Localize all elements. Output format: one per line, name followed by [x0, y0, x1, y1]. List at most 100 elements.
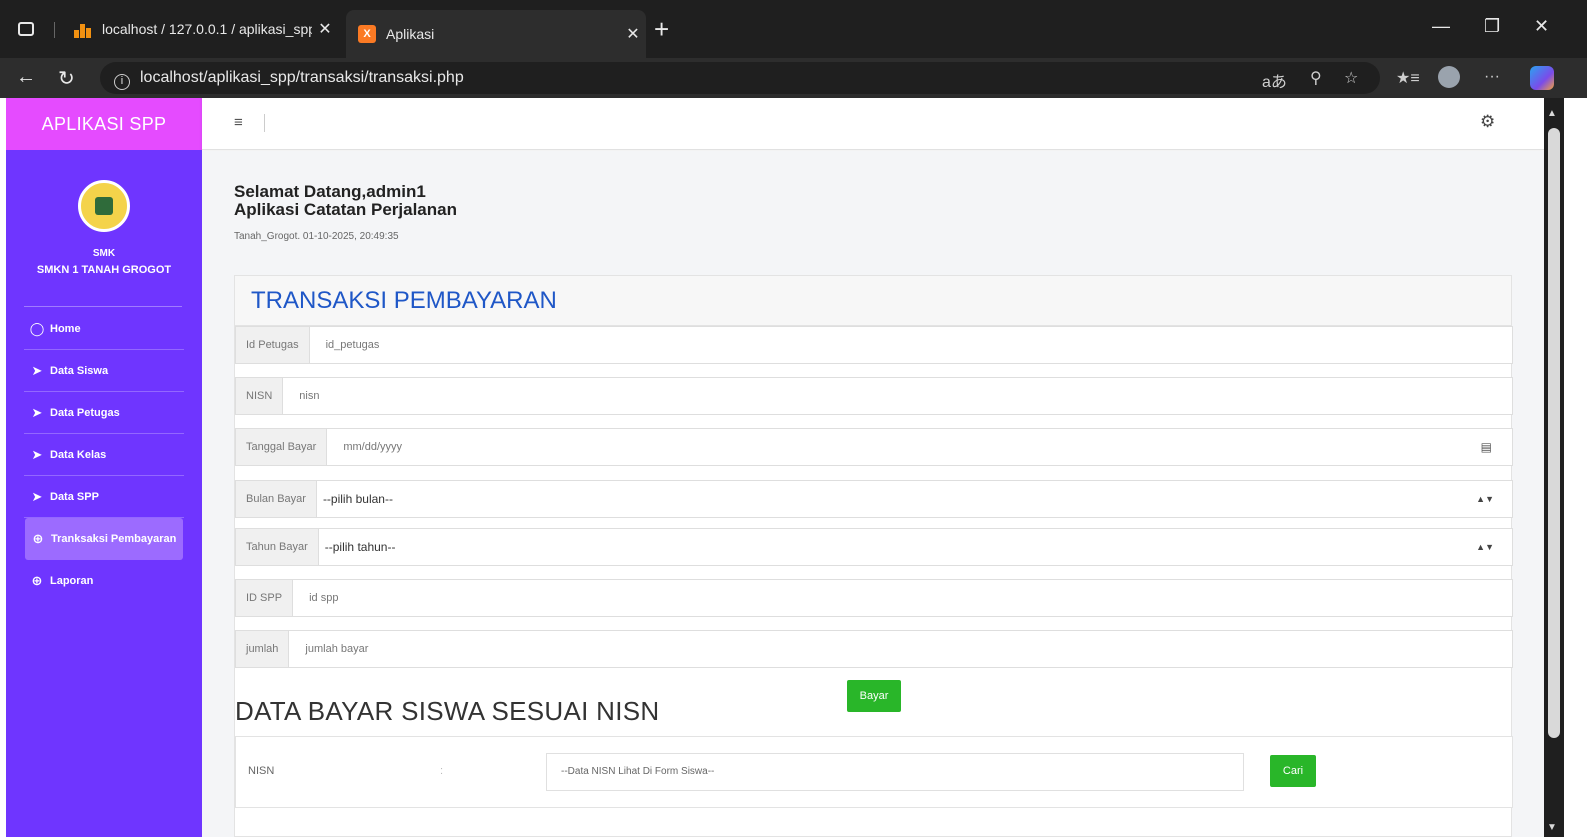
sidebar-menu: ◯ Home ➤ Data Siswa ➤ Data Petugas ➤ Dat…: [24, 308, 184, 602]
site-info-icon[interactable]: i: [114, 74, 130, 90]
send-icon: ➤: [31, 488, 43, 504]
id-petugas-input[interactable]: id_petugas: [310, 327, 1512, 363]
refresh-icon[interactable]: ↻: [58, 66, 75, 91]
jumlah-input[interactable]: jumlah bayar: [289, 631, 1512, 667]
select-value: --pilih tahun--: [324, 540, 396, 554]
tahun-bayar-select[interactable]: --pilih tahun-- ▲▼: [319, 529, 1512, 565]
app-brand[interactable]: APLIKASI SPP: [6, 98, 202, 150]
sidebar-item-label: Home: [50, 322, 81, 335]
app-topbar: ≡ ⚙: [202, 98, 1544, 150]
jumlah-label: jumlah: [236, 631, 290, 667]
nisn-search-input[interactable]: --Data NISN Lihat Di Form Siswa--: [546, 753, 1244, 791]
nisn-label: NISN: [236, 378, 284, 414]
tahun-bayar-row: Tahun Bayar --pilih tahun-- ▲▼: [235, 528, 1513, 566]
nisn-input[interactable]: nisn: [283, 378, 1512, 414]
sidebar-item-transaksi-pembayaran[interactable]: ⊕ Tranksaksi Pembayaran: [25, 518, 183, 560]
sidebar-item-label: Data Petugas: [50, 406, 120, 419]
select-value: --pilih bulan--: [322, 492, 393, 506]
copilot-icon[interactable]: [1530, 66, 1554, 90]
id-petugas-row: Id Petugas id_petugas: [235, 326, 1513, 364]
tab-title: localhost / 127.0.0.1 / aplikasi_spp: [102, 21, 312, 37]
tab-title: Aplikasi: [386, 26, 435, 42]
close-icon[interactable]: ✕: [620, 24, 646, 44]
close-icon[interactable]: ✕: [312, 19, 338, 39]
id-spp-input[interactable]: id spp: [293, 580, 1512, 616]
sidebar-item-data-siswa[interactable]: ➤ Data Siswa: [24, 350, 184, 392]
send-icon: ➤: [31, 362, 43, 378]
id-spp-row: ID SPP id spp: [235, 579, 1513, 617]
date-placeholder: mm/dd/yyyy: [343, 441, 403, 453]
sidebar-item-data-spp[interactable]: ➤ Data SPP: [24, 476, 184, 518]
sidebar: APLIKASI SPP SMK SMKN 1 TANAH GROGOT ◯ H…: [6, 98, 202, 837]
welcome-line: Selamat Datang,admin1: [234, 182, 426, 201]
favorite-star-icon[interactable]: ☆: [1344, 68, 1358, 88]
tanggal-bayar-row: Tanggal Bayar mm/dd/yyyy ▤: [235, 428, 1513, 466]
tab-aplikasi[interactable]: X Aplikasi ✕: [346, 10, 646, 58]
address-bar-row: ← ↻ i localhost/aplikasi_spp/transaksi/tr…: [0, 58, 1587, 98]
sidebar-item-label: Data Kelas: [50, 448, 107, 461]
scrollbar-thumb[interactable]: [1548, 128, 1560, 738]
transaction-panel: TRANSAKSI PEMBAYARAN Id Petugas id_petug…: [234, 275, 1513, 837]
zoom-icon[interactable]: ⚲: [1310, 68, 1322, 88]
tahun-bayar-label: Tahun Bayar: [236, 529, 319, 565]
section-title: DATA BAYAR SISWA SESUAI NISN: [235, 696, 660, 726]
tanggal-bayar-label: Tanggal Bayar: [236, 429, 328, 465]
id-petugas-label: Id Petugas: [236, 327, 310, 363]
topbar-divider: [264, 114, 265, 132]
school-name: SMKN 1 TANAH GROGOT: [36, 264, 172, 276]
sidebar-divider: [24, 306, 182, 307]
phpmyadmin-favicon-icon: [74, 20, 92, 38]
profile-avatar[interactable]: [1438, 66, 1460, 88]
sidebar-item-label: Tranksaksi Pembayaran: [51, 533, 177, 545]
plus-circle-icon: ⊕: [32, 531, 44, 546]
welcome-heading: Selamat Datang,admin1 Aplikasi Catatan P…: [234, 183, 457, 219]
bulan-bayar-row: Bulan Bayar --pilih bulan-- ▲▼: [235, 480, 1513, 518]
school-logo-icon: [78, 180, 130, 232]
plus-circle-icon: ⊕: [31, 573, 43, 588]
app-subtitle: Aplikasi Catatan Perjalanan: [234, 200, 457, 219]
bulan-bayar-select[interactable]: --pilih bulan-- ▲▼: [317, 481, 1512, 517]
send-icon: ➤: [31, 404, 43, 420]
xampp-favicon-icon: X: [358, 25, 376, 43]
hamburger-menu-icon[interactable]: ≡: [234, 114, 243, 131]
sidebar-item-home[interactable]: ◯ Home: [24, 308, 184, 350]
bulan-bayar-label: Bulan Bayar: [236, 481, 317, 517]
sidebar-item-data-kelas[interactable]: ➤ Data Kelas: [24, 434, 184, 476]
url-field[interactable]: i localhost/aplikasi_spp/transaksi/transa…: [100, 62, 1380, 94]
nisn-search-row: NISN : --Data NISN Lihat Di Form Siswa--…: [235, 736, 1513, 808]
sidebar-item-label: Laporan: [50, 575, 94, 587]
calendar-icon[interactable]: ▤: [1481, 429, 1492, 465]
sidebar-item-data-petugas[interactable]: ➤ Data Petugas: [24, 392, 184, 434]
jumlah-row: jumlah jumlah bayar: [235, 630, 1513, 668]
sidebar-item-label: Data SPP: [50, 490, 99, 503]
more-options-icon[interactable]: ···: [1484, 68, 1500, 86]
id-spp-label: ID SPP: [236, 580, 294, 616]
favorites-list-icon[interactable]: ★≡: [1396, 68, 1420, 88]
read-aloud-icon[interactable]: aあ: [1262, 68, 1287, 92]
window-close-icon[interactable]: ✕: [1534, 16, 1549, 37]
send-icon: ➤: [31, 446, 43, 462]
datetime-text: Tanah_Grogot. 01-10-2025, 20:49:35: [234, 231, 399, 242]
new-tab-button[interactable]: +: [654, 14, 669, 44]
bayar-button[interactable]: Bayar: [847, 680, 901, 712]
cari-button[interactable]: Cari: [1270, 755, 1316, 787]
gear-icon[interactable]: ⚙: [1480, 112, 1495, 132]
scroll-down-icon[interactable]: ▼: [1547, 822, 1557, 833]
school-type: SMK: [92, 248, 116, 259]
minimize-icon[interactable]: —: [1432, 16, 1450, 37]
nisn-row: NISN nisn: [235, 377, 1513, 415]
sidebar-item-laporan[interactable]: ⊕ Laporan: [24, 560, 184, 602]
panel-title: TRANSAKSI PEMBAYARAN: [235, 276, 1511, 326]
back-icon[interactable]: ←: [16, 66, 36, 89]
restore-icon[interactable]: ❐: [1484, 16, 1500, 37]
main-content: Selamat Datang,admin1 Aplikasi Catatan P…: [202, 151, 1544, 837]
tab-separator: [54, 22, 55, 38]
label-colon: :: [440, 765, 444, 777]
select-arrows-icon: ▲▼: [1476, 542, 1494, 552]
tab-actions-icon[interactable]: [18, 22, 34, 36]
browser-tab-bar: localhost / 127.0.0.1 / aplikasi_spp ✕ X…: [0, 0, 1587, 58]
tab-phpmyadmin[interactable]: localhost / 127.0.0.1 / aplikasi_spp ✕: [62, 10, 338, 48]
scroll-up-icon[interactable]: ▲: [1547, 108, 1557, 119]
url-text: localhost/aplikasi_spp/transaksi/transak…: [140, 69, 464, 86]
tanggal-bayar-input[interactable]: mm/dd/yyyy ▤: [327, 429, 1512, 465]
